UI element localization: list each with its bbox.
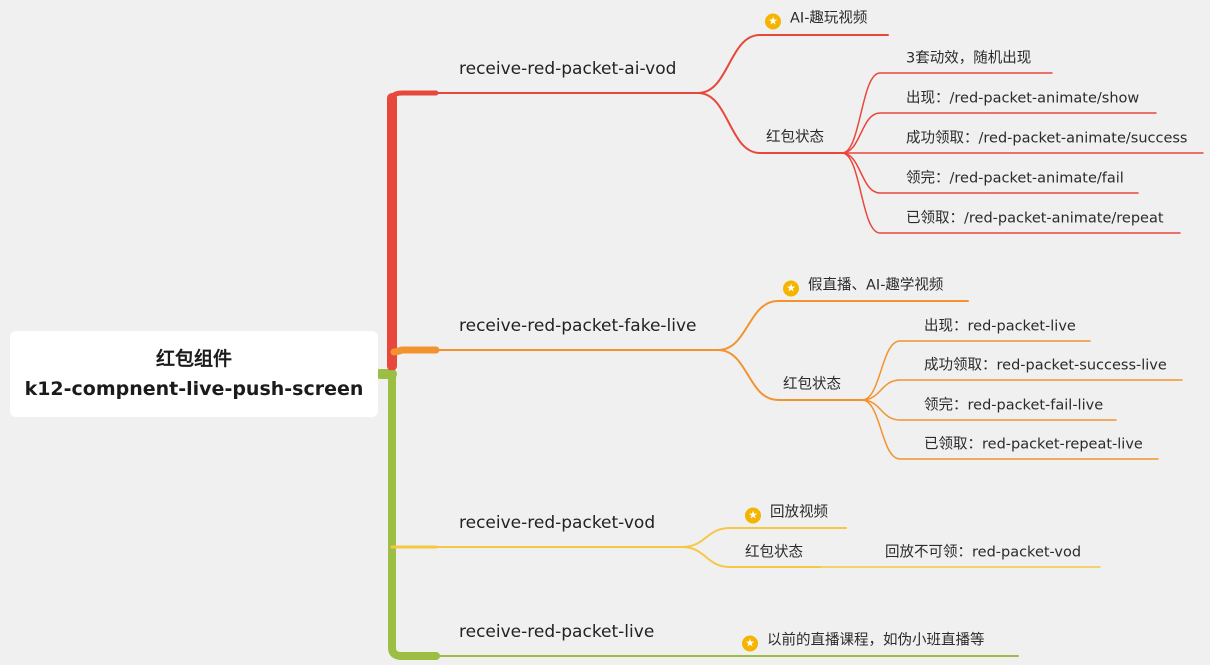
star-icon: ★ xyxy=(765,13,781,30)
branch-fake-live-state[interactable]: 红包状态 xyxy=(783,373,841,394)
branch-live-tag[interactable]: ★ 以前的直播课程，如伪小班直播等 xyxy=(742,629,985,652)
trunk-red-top xyxy=(389,90,439,103)
ai-vod-state-item[interactable]: 领完：/red-packet-animate/fail xyxy=(906,167,1124,188)
trunk-orange xyxy=(390,346,440,356)
branch-ai-vod-state[interactable]: 红包状态 xyxy=(766,126,824,147)
ai-vod-state-item[interactable]: 已领取：/red-packet-animate/repeat xyxy=(906,207,1164,228)
ai-vod-state-item[interactable]: 成功领取：/red-packet-animate/success xyxy=(906,127,1188,148)
root-title: 红包组件 xyxy=(155,348,232,370)
fake-live-state-item[interactable]: 成功领取：red-packet-success-live xyxy=(924,354,1167,375)
branch-ai-vod-label[interactable]: receive-red-packet-ai-vod xyxy=(459,59,676,79)
branch-fake-live-tag-text: 假直播、AI-趣学视频 xyxy=(808,277,944,294)
branch-live-tag-text: 以前的直播课程，如伪小班直播等 xyxy=(767,632,985,649)
branch-vod-tag-text: 回放视频 xyxy=(770,504,828,521)
vod-state-item[interactable]: 回放不可领：red-packet-vod xyxy=(885,541,1081,562)
ai-vod-tag-connector xyxy=(697,34,889,94)
fake-live-state-item[interactable]: 已领取：red-packet-repeat-live xyxy=(924,433,1143,454)
branch-fake-live-tag[interactable]: ★ 假直播、AI-趣学视频 xyxy=(783,274,943,297)
branch-vod-state[interactable]: 红包状态 xyxy=(745,541,803,562)
branch-vod-label[interactable]: receive-red-packet-vod xyxy=(459,513,655,533)
trunk-green xyxy=(388,370,440,660)
ai-vod-state-item[interactable]: 3套动效，随机出现 xyxy=(906,47,1031,68)
branch-ai-vod-tag-text: AI-趣玩视频 xyxy=(790,10,868,27)
star-icon: ★ xyxy=(783,280,799,297)
ai-vod-state-item[interactable]: 出现：/red-packet-animate/show xyxy=(906,87,1139,108)
branch-vod-tag[interactable]: ★ 回放视频 xyxy=(745,501,828,524)
branch-ai-vod-tag[interactable]: ★ AI-趣玩视频 xyxy=(765,7,867,30)
star-icon: ★ xyxy=(745,507,761,524)
fake-live-state-item[interactable]: 出现：red-packet-live xyxy=(924,315,1076,336)
root-node[interactable]: 红包组件 k12-compnent-live-push-screen xyxy=(10,331,378,417)
fake-live-state-item[interactable]: 领完：red-packet-fail-live xyxy=(924,394,1103,415)
root-subtitle: k12-compnent-live-push-screen xyxy=(24,378,364,400)
branch-fake-live-label[interactable]: receive-red-packet-fake-live xyxy=(459,316,697,336)
branch-live-label[interactable]: receive-red-packet-live xyxy=(459,622,654,642)
star-icon: ★ xyxy=(742,635,758,652)
